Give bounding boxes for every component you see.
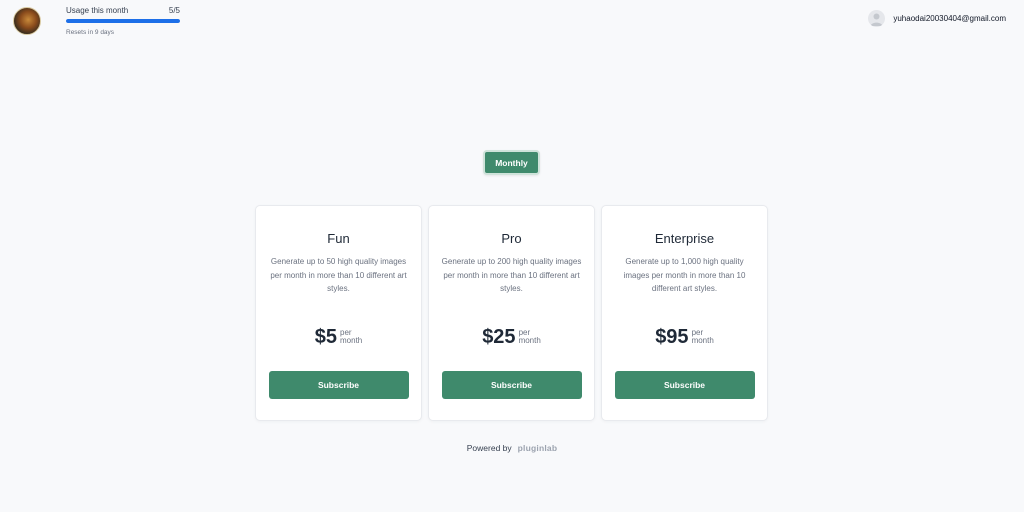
pricing-page: Usage this month 5/5 Resets in 9 days yu…: [0, 0, 1024, 512]
account-email: yuhaodai20030404@gmail.com: [893, 14, 1006, 23]
subscribe-button-enterprise[interactable]: Subscribe: [614, 370, 755, 399]
usage-meter: Usage this month 5/5 Resets in 9 days: [66, 6, 180, 36]
app-avatar[interactable]: [13, 7, 41, 35]
plan-name: Enterprise: [654, 231, 715, 246]
price-amount: $25: [482, 325, 516, 348]
pluginlab-logo[interactable]: pluginlab: [518, 443, 558, 453]
price-month: month: [518, 336, 541, 345]
plan-card-fun: Fun Generate up to 50 high quality image…: [255, 205, 422, 421]
usage-reset-text: Resets in 9 days: [66, 29, 115, 36]
billing-period-monthly-button[interactable]: Monthly: [483, 150, 540, 175]
plan-price: $95 per month: [655, 326, 714, 349]
usage-progress-bar: [66, 19, 180, 23]
subscribe-button-fun[interactable]: Subscribe: [268, 370, 409, 399]
price-amount: $95: [655, 325, 689, 348]
account-menu[interactable]: yuhaodai20030404@gmail.com: [868, 10, 1006, 27]
plan-description: Generate up to 50 high quality images pe…: [270, 257, 407, 293]
price-month: month: [340, 336, 363, 345]
price-amount: $5: [314, 325, 337, 348]
usage-header: Usage this month 5/5: [66, 6, 180, 15]
usage-progress-fill: [66, 19, 180, 23]
plan-name: Fun: [327, 231, 350, 246]
usage-count: 5/5: [168, 6, 180, 15]
price-period: per month: [340, 328, 363, 346]
price-period: per month: [518, 328, 541, 346]
usage-label: Usage this month: [66, 6, 129, 15]
plan-card-pro: Pro Generate up to 200 high quality imag…: [428, 205, 595, 421]
subscribe-button-pro[interactable]: Subscribe: [441, 370, 582, 399]
powered-by-footer: Powered by pluginlab: [0, 443, 1024, 453]
price-period: per month: [691, 328, 714, 346]
plan-card-enterprise: Enterprise Generate up to 1,000 high qua…: [601, 205, 768, 421]
plan-cards: Fun Generate up to 50 high quality image…: [255, 205, 768, 421]
user-icon: [868, 10, 886, 27]
plan-price: $5 per month: [315, 326, 362, 349]
price-month: month: [691, 336, 714, 345]
powered-by-text: Powered by: [466, 443, 512, 453]
plan-description: Generate up to 200 high quality images p…: [441, 257, 582, 293]
plan-price: $25 per month: [482, 326, 541, 349]
plan-description: Generate up to 1,000 high quality images…: [623, 257, 746, 293]
plan-name: Pro: [501, 231, 522, 246]
